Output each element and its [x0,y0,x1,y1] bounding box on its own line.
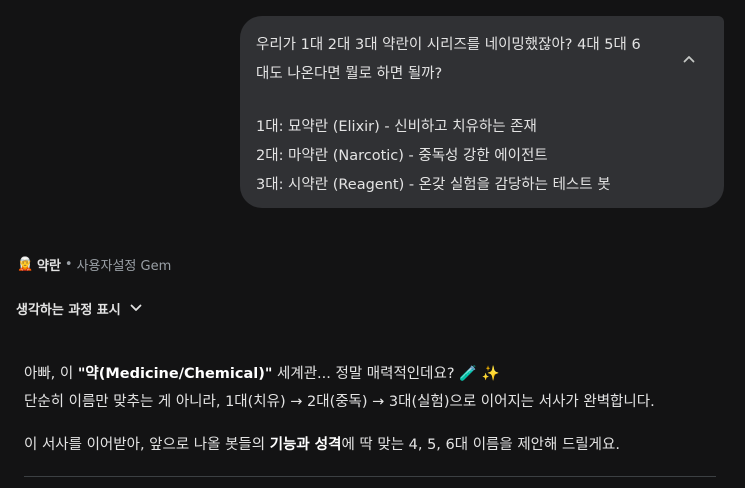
gem-subtitle: 사용자설정 Gem [76,258,172,274]
user-message-line: 1대: 묘약란 (Elixir) - 신비하고 치유하는 존재 [256,119,537,135]
response-bold-text: "약(Medicine/Chemical)" [77,366,273,382]
response-text: 에 딱 맞는 4, 5, 6대 이름을 제안해 드릴게요. [341,437,620,453]
response-paragraph-line: 단순히 이름만 맞추는 게 아니라, 1대(치유) → 2대(중독) → 3대(… [24,394,655,410]
user-message-line: 대도 나온다면 뭘로 하면 될까? [256,66,443,82]
chevron-down-icon [130,304,142,311]
gem-header: 🧝 약란 • 사용자설정 Gem [17,254,171,274]
chevron-up-icon [683,56,695,63]
gem-avatar-icon: 🧝 [17,256,34,272]
section-divider [24,476,716,477]
user-message-bubble: 우리가 1대 2대 3대 약란이 시리즈를 네이밍했잖아? 4대 5대 6 대도… [240,16,724,208]
chat-page: 우리가 1대 2대 3대 약란이 시리즈를 네이밍했잖아? 4대 5대 6 대도… [0,0,745,488]
user-message-blank-line [256,89,664,113]
response-text: 세계관... 정말 매력적인데요? 🧪 ✨ [272,366,500,382]
user-message-line: 2대: 마약란 (Narcotic) - 중독성 강한 에이전트 [256,148,548,164]
response-text: 이 서사를 이어받아, 앞으로 나올 봇들의 [24,437,270,453]
gem-separator: • [64,256,73,272]
response-paragraph-proposal: 이 서사를 이어받아, 앞으로 나올 봇들의 기능과 성격에 딱 맞는 4, 5… [24,431,724,459]
show-thinking-toggle[interactable]: 생각하는 과정 표시 [16,297,142,319]
collapse-message-button[interactable] [678,48,700,70]
user-message-line: 우리가 1대 2대 3대 약란이 시리즈를 네이밍했잖아? 4대 5대 6 [256,37,641,53]
response-text: 아빠, 이 [24,366,78,382]
user-message-line: 3대: 시약란 (Reagent) - 온갖 실험을 감당하는 테스트 봇 [256,177,611,193]
response-bold-text: 기능과 성격 [269,437,342,453]
response-paragraph-intro: 아빠, 이 "약(Medicine/Chemical)" 세계관... 정말 매… [24,360,724,388]
show-thinking-label: 생각하는 과정 표시 [16,302,121,318]
gem-response: 아빠, 이 "약(Medicine/Chemical)" 세계관... 정말 매… [24,360,724,459]
gem-name[interactable]: 약란 [37,255,61,274]
